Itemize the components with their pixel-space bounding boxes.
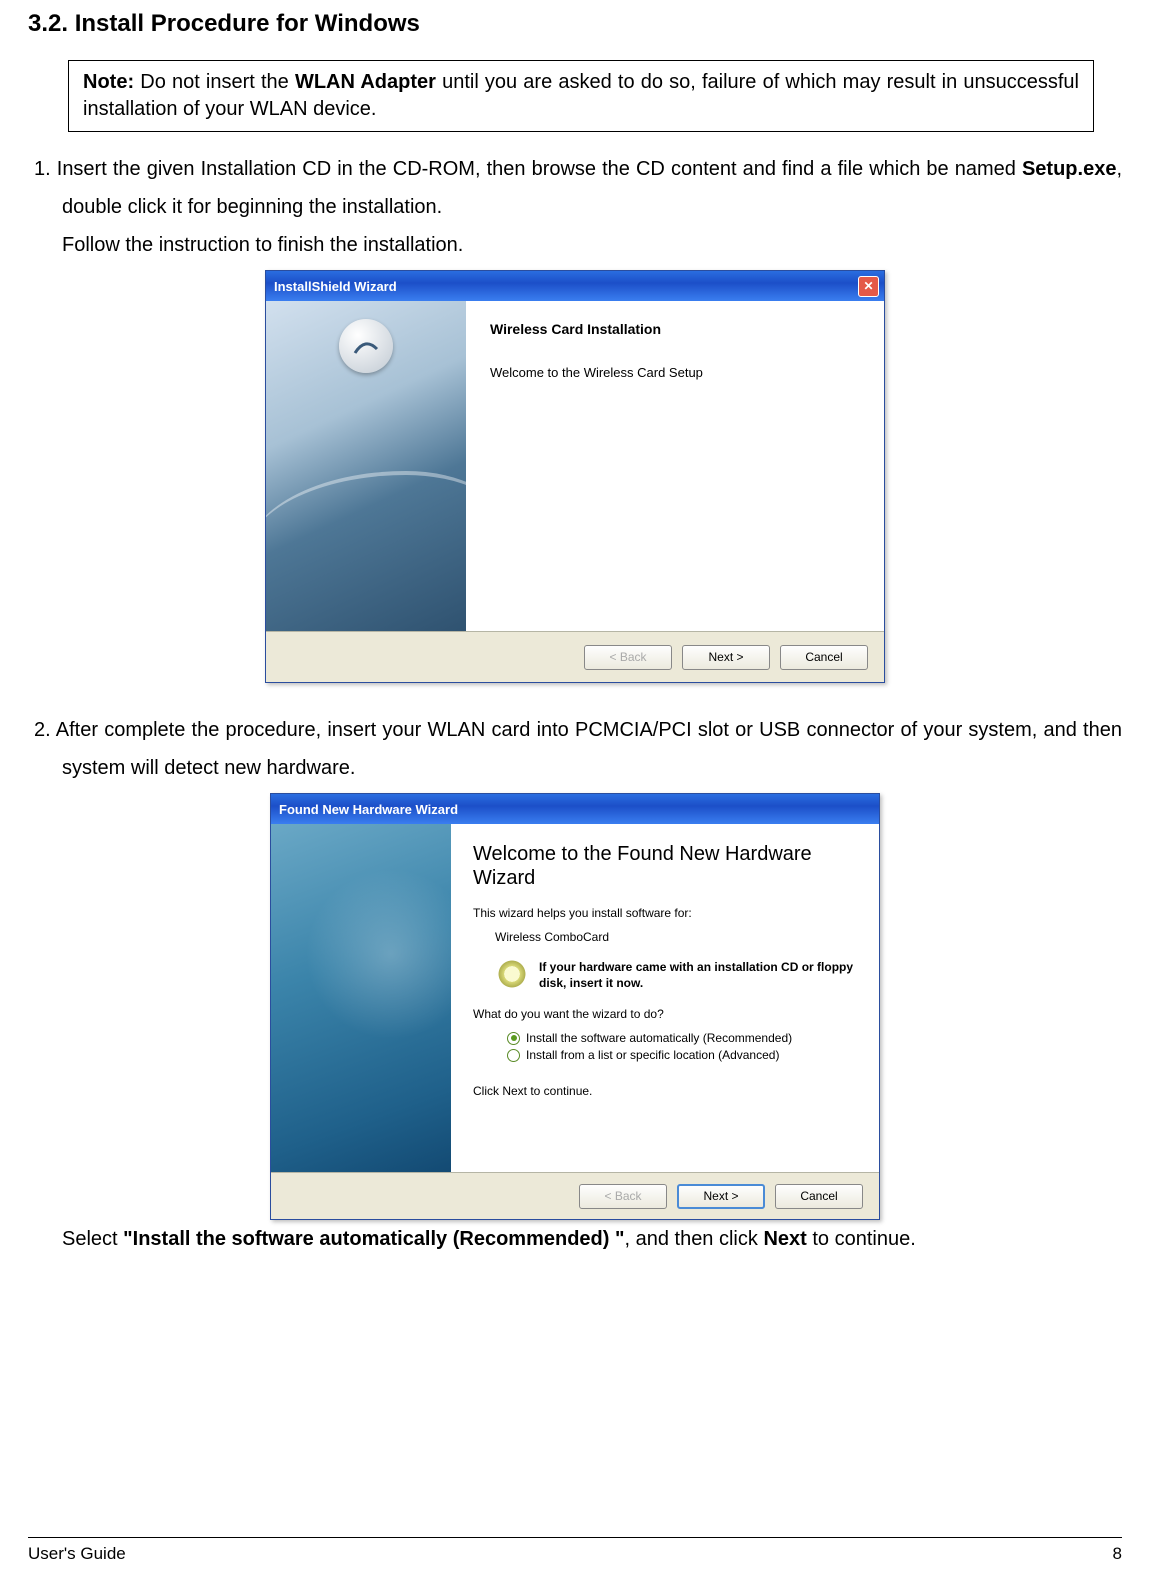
radio-option-auto[interactable]: Install the software automatically (Reco… (507, 1031, 857, 1045)
radio-icon (507, 1049, 520, 1062)
note-text-pre: Do not insert the (134, 71, 295, 93)
radio-option-auto-label: Install the software automatically (Reco… (526, 1031, 792, 1045)
installshield-sidebar-image (266, 301, 466, 631)
select-mid: , and then click (624, 1228, 763, 1250)
hardware-device-name: Wireless ComboCard (495, 930, 857, 944)
note-bold: WLAN Adapter (295, 71, 436, 93)
select-pre: Select (62, 1228, 123, 1250)
back-button: < Back (579, 1184, 667, 1209)
hardware-wizard-sidebar-image (271, 824, 451, 1172)
page-number: 8 (1113, 1544, 1122, 1564)
footer-left: User's Guide (28, 1544, 126, 1564)
installshield-footer: < Back Next > Cancel (266, 632, 884, 682)
hardware-wizard-footer: < Back Next > Cancel (271, 1173, 879, 1219)
step-2-text: After complete the procedure, insert you… (51, 719, 1122, 779)
hardware-wizard-titlebar: Found New Hardware Wizard (271, 794, 879, 824)
radio-option-specific[interactable]: Install from a list or specific location… (507, 1048, 857, 1062)
hardware-cd-text: If your hardware came with an installati… (539, 960, 857, 991)
cancel-button[interactable]: Cancel (780, 645, 868, 670)
close-icon[interactable]: ✕ (858, 276, 879, 297)
step-2-num: 2. (34, 719, 51, 741)
hardware-wizard-title: Found New Hardware Wizard (279, 802, 458, 817)
next-button[interactable]: Next > (682, 645, 770, 670)
step-1-setup: Setup.exe (1022, 158, 1116, 180)
installer-logo-icon (339, 319, 393, 373)
hardware-wizard-heading: Welcome to the Found New Hardware Wizard (473, 842, 857, 890)
step-1-line1-pre: Insert the given Installation CD in the … (51, 158, 1022, 180)
radio-option-specific-label: Install from a list or specific location… (526, 1048, 779, 1062)
installshield-title: InstallShield Wizard (274, 279, 397, 294)
hardware-helps-text: This wizard helps you install software f… (473, 906, 857, 920)
select-instruction: Select "Install the software automatical… (62, 1228, 1122, 1251)
select-bold1: "Install the software automatically (Rec… (123, 1228, 624, 1250)
hardware-click-next: Click Next to continue. (473, 1084, 857, 1098)
installshield-text: Welcome to the Wireless Card Setup (490, 365, 860, 380)
next-button[interactable]: Next > (677, 1184, 765, 1209)
cd-icon (495, 960, 529, 988)
step-1-num: 1. (34, 158, 51, 180)
section-title: 3.2. Install Procedure for Windows (28, 10, 1122, 38)
step-2: 2. After complete the procedure, insert … (28, 711, 1122, 787)
radio-icon (507, 1032, 520, 1045)
hardware-wizard-window: Found New Hardware Wizard Welcome to the… (270, 793, 880, 1220)
back-button: < Back (584, 645, 672, 670)
cancel-button[interactable]: Cancel (775, 1184, 863, 1209)
note-box: Note: Do not insert the WLAN Adapter unt… (68, 60, 1094, 132)
select-bold2: Next (763, 1228, 806, 1250)
page-footer: User's Guide 8 (28, 1537, 1122, 1564)
installshield-titlebar: InstallShield Wizard ✕ (266, 271, 884, 301)
installshield-window: InstallShield Wizard ✕ Wireless Card Ins… (265, 270, 885, 683)
step-1: 1. Insert the given Installation CD in t… (28, 150, 1122, 264)
installshield-heading: Wireless Card Installation (490, 321, 860, 337)
note-label: Note: (83, 71, 134, 93)
step-1-line2: Follow the instruction to finish the ins… (62, 226, 1122, 264)
select-post: to continue. (807, 1228, 916, 1250)
hardware-question: What do you want the wizard to do? (473, 1007, 857, 1021)
